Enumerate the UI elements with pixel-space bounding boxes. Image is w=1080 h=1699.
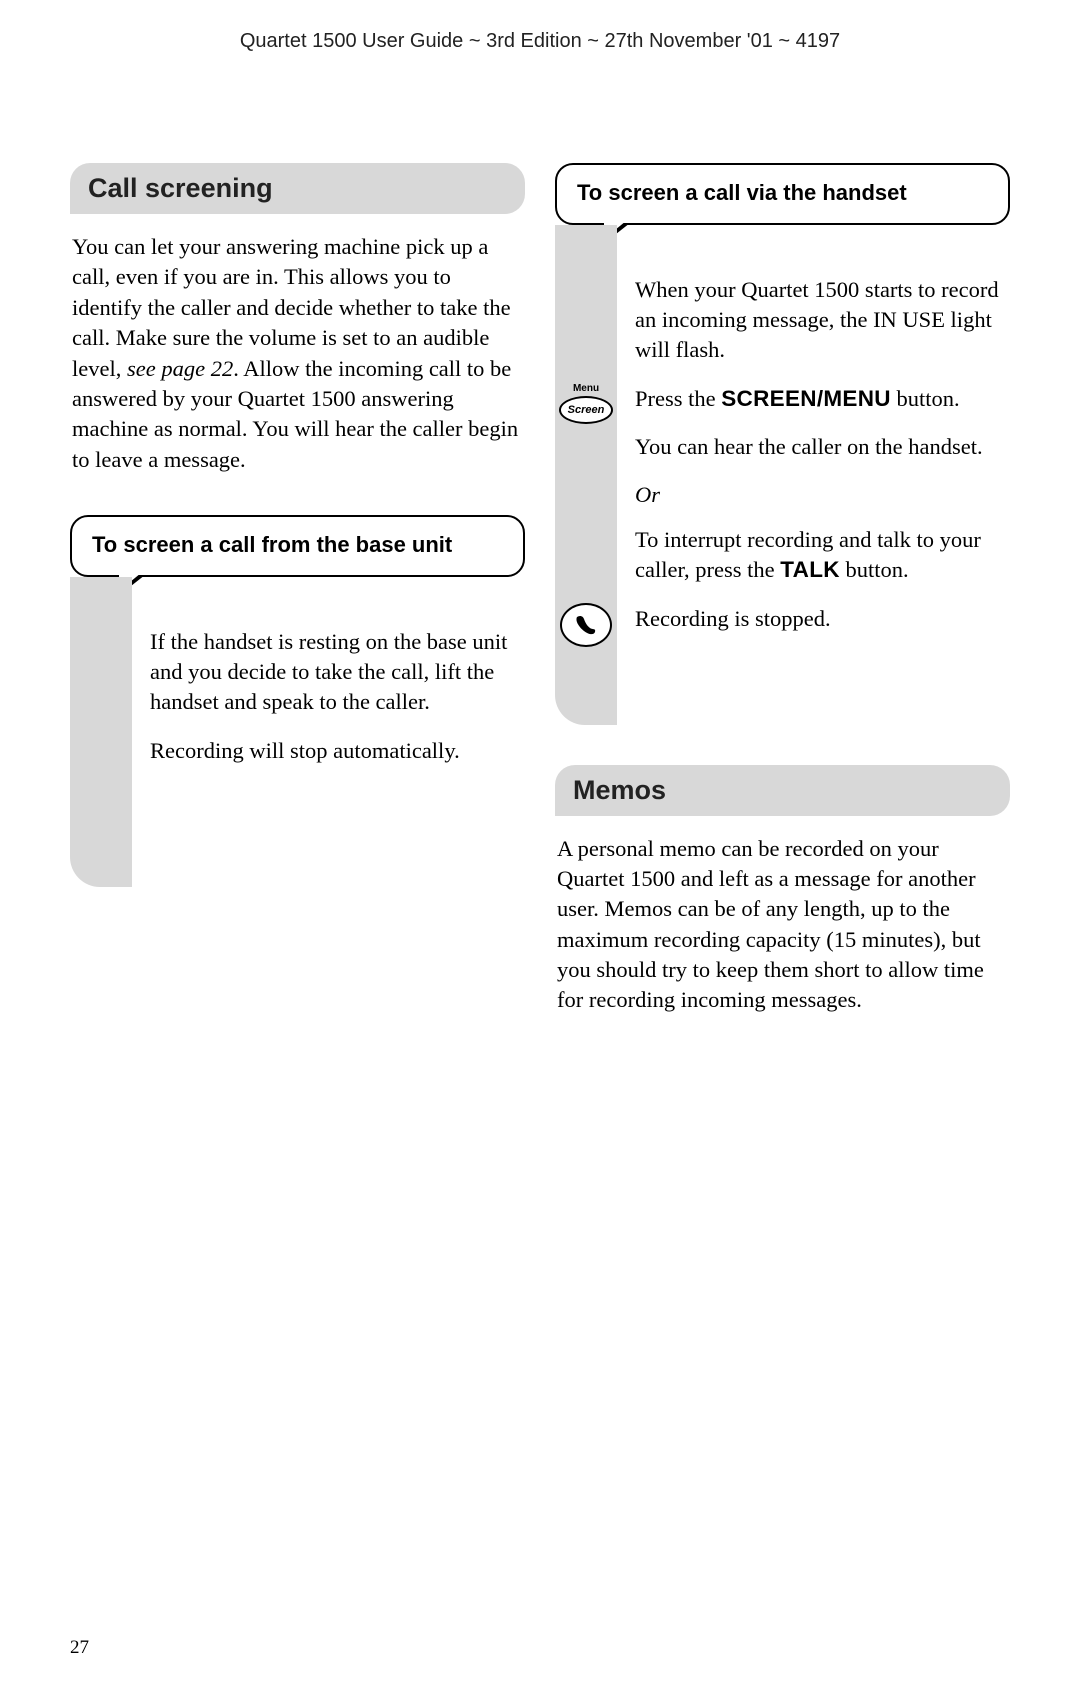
page-number: 27	[70, 1637, 89, 1659]
call-screening-intro: You can let your answering machine pick …	[70, 232, 525, 475]
talk-bold: TALK	[780, 557, 840, 582]
intro-italic-ref: see page 22	[127, 356, 233, 381]
screen-menu-bold: SCREEN/MENU	[721, 386, 891, 411]
base-step-2: Recording will stop automatically.	[150, 736, 525, 766]
gray-bar-left	[70, 577, 132, 887]
callout-base-unit: To screen a call from the base unit	[70, 515, 525, 577]
document-header: Quartet 1500 User Guide ~ 3rd Edition ~ …	[70, 30, 1010, 53]
handset-step-2: Press the SCREEN/MENU button.	[635, 384, 1010, 414]
call-screening-heading: Call screening	[70, 163, 525, 214]
screen-oval-icon: Screen	[559, 396, 613, 424]
base-unit-steps: If the handset is resting on the base un…	[70, 577, 525, 887]
handset-step-5: Recording is stopped.	[635, 604, 1010, 634]
memos-body: A personal memo can be recorded on your …	[555, 834, 1010, 1016]
callout-handset-title: To screen a call via the handset	[577, 180, 907, 205]
handset-steps: Menu Screen When your Quartet 1500 start…	[555, 225, 1010, 725]
step2-prefix: Press the	[635, 386, 721, 411]
left-column: Call screening You can let your answerin…	[70, 163, 525, 1056]
callout-handset: To screen a call via the handset	[555, 163, 1010, 225]
screen-menu-button-icon: Menu Screen	[559, 383, 613, 424]
phone-handset-icon	[572, 613, 600, 637]
memos-heading: Memos	[555, 765, 1010, 816]
handset-step-3: You can hear the caller on the handset.	[635, 432, 1010, 462]
step2-suffix: button.	[891, 386, 960, 411]
menu-label: Menu	[559, 383, 613, 394]
callout-base-unit-title: To screen a call from the base unit	[92, 532, 452, 557]
base-step-1: If the handset is resting on the base un…	[150, 627, 525, 718]
right-column: To screen a call via the handset Menu Sc…	[555, 163, 1010, 1056]
gray-bar-right: Menu Screen	[555, 225, 617, 725]
handset-step-1: When your Quartet 1500 starts to record …	[635, 275, 1010, 366]
handset-step-4: To interrupt recording and talk to your …	[635, 525, 1010, 586]
talk-button-icon	[560, 603, 612, 647]
step4-suffix: button.	[840, 557, 909, 582]
or-separator: Or	[635, 480, 1010, 510]
